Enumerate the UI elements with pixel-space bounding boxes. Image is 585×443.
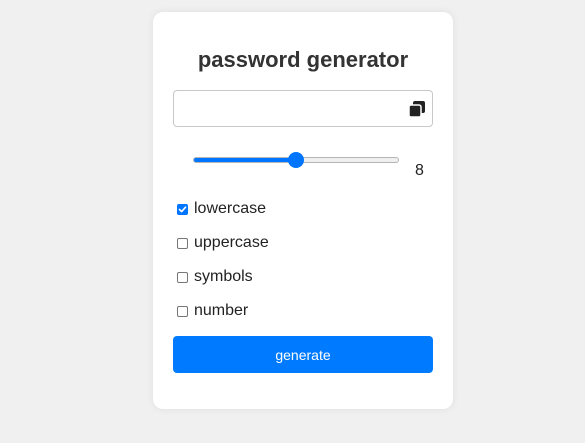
lowercase-checkbox[interactable]	[177, 203, 188, 215]
option-label: number	[194, 302, 249, 319]
length-slider-row: 8	[193, 152, 433, 182]
generate-button[interactable]: generate	[173, 336, 433, 373]
number-checkbox[interactable]	[177, 305, 188, 317]
uppercase-checkbox[interactable]	[177, 237, 188, 249]
length-value: 8	[415, 162, 424, 179]
option-label: symbols	[194, 268, 253, 285]
option-number[interactable]: number	[177, 301, 248, 321]
length-slider-fill	[194, 158, 297, 162]
option-uppercase[interactable]: uppercase	[177, 233, 269, 253]
copy-icon[interactable]	[408, 100, 426, 118]
option-label: uppercase	[194, 234, 269, 251]
password-field	[173, 90, 433, 127]
option-lowercase[interactable]: lowercase	[177, 199, 266, 219]
option-label: lowercase	[194, 200, 267, 217]
password-generator-card: password generator 8 lowercase uppercase…	[153, 12, 453, 409]
password-output[interactable]	[174, 91, 410, 124]
app-title: password generator	[197, 47, 409, 72]
symbols-checkbox[interactable]	[177, 271, 188, 283]
option-symbols[interactable]: symbols	[177, 267, 253, 287]
length-slider-thumb[interactable]	[288, 152, 304, 168]
